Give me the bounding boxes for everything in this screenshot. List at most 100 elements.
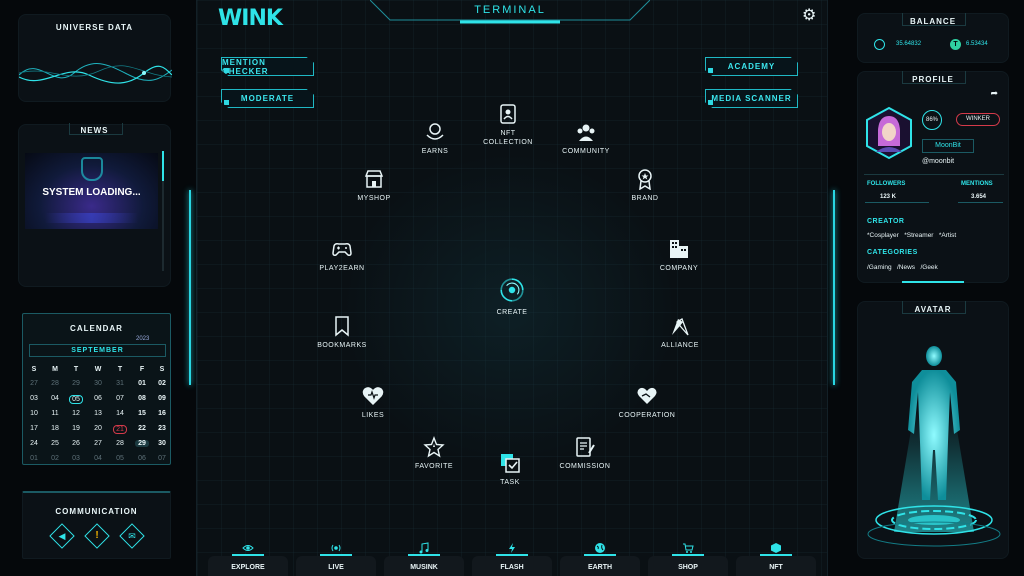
- calendar-weekday: T: [73, 366, 79, 373]
- creator-label: CREATOR: [867, 218, 905, 225]
- media-scanner-button[interactable]: MEDIA SCANNER: [705, 89, 798, 108]
- node-bookmarks[interactable]: BOOKMARKS: [297, 315, 387, 350]
- calendar-day[interactable]: 25: [45, 440, 65, 447]
- calendar-day[interactable]: 07: [110, 395, 130, 402]
- calendar-day[interactable]: 06: [88, 395, 108, 402]
- settings-gear-icon[interactable]: ⚙: [802, 8, 818, 24]
- node-cooperation[interactable]: COOPERATION: [602, 385, 692, 420]
- calendar-day[interactable]: 28: [110, 440, 130, 447]
- nav-nft[interactable]: NFT: [736, 543, 816, 576]
- news-scrollbar[interactable]: [162, 151, 164, 271]
- calendar-day[interactable]: 04: [45, 395, 65, 402]
- calendar-day[interactable]: 27: [88, 440, 108, 447]
- calendar-day[interactable]: 02: [45, 455, 65, 462]
- calendar-day[interactable]: 12: [66, 410, 86, 417]
- calendar-day[interactable]: 29: [135, 440, 149, 447]
- calendar-day[interactable]: 03: [24, 395, 44, 402]
- node-company[interactable]: COMPANY: [634, 238, 724, 273]
- calendar-day[interactable]: 28: [45, 380, 65, 387]
- calendar-day[interactable]: 05: [69, 395, 83, 404]
- calendar-day[interactable]: 06: [132, 455, 152, 462]
- universe-data-panel: UNIVERSE DATA: [18, 14, 172, 102]
- node-brand[interactable]: BRAND: [600, 168, 690, 203]
- avatar[interactable]: [864, 106, 914, 160]
- calendar-day[interactable]: 20: [88, 425, 108, 432]
- calendar-day[interactable]: 04: [88, 455, 108, 462]
- calendar-day[interactable]: 15: [132, 410, 152, 417]
- alert-icon[interactable]: !: [84, 523, 110, 549]
- terminal-title[interactable]: TERMINAL: [440, 4, 580, 16]
- node-task[interactable]: TASK: [465, 452, 555, 487]
- calendar-day[interactable]: 05: [110, 455, 130, 462]
- moderate-button[interactable]: MODERATE: [221, 89, 314, 108]
- node-play2earn[interactable]: PLAY2EARN: [297, 238, 387, 273]
- logo[interactable]: WINK: [218, 6, 283, 31]
- nav-live[interactable]: LIVE: [296, 544, 376, 576]
- calendar-day[interactable]: 31: [110, 380, 130, 387]
- node-create[interactable]: CREATE: [467, 276, 557, 317]
- calendar-day[interactable]: 23: [152, 425, 172, 432]
- calendar-day[interactable]: 08: [132, 395, 152, 402]
- globe-icon: [595, 543, 605, 553]
- winker-badge[interactable]: WINKER: [956, 113, 1000, 126]
- calendar-day[interactable]: 30: [152, 440, 172, 447]
- earns-icon: [426, 123, 444, 140]
- nav-musink[interactable]: MUSINK: [384, 542, 464, 576]
- nav-earth[interactable]: EARTH: [560, 543, 640, 576]
- profile-panel: PROFILE ➦ 86% WINKER MoonBit @moonbit FO…: [857, 71, 1009, 283]
- document-edit-icon: [576, 437, 595, 457]
- calendar-weekday: M: [52, 366, 58, 373]
- calendar-panel: CALENDAR 2023 SEPTEMBER S M T W T F S 27 28 29 30 3…: [22, 313, 171, 465]
- calendar-day[interactable]: 09: [152, 395, 172, 402]
- nav-explore[interactable]: EXPLORE: [208, 545, 288, 576]
- calendar-day[interactable]: 07: [152, 455, 172, 462]
- node-myshop[interactable]: MYSHOP: [329, 168, 419, 203]
- calendar-day[interactable]: 21: [113, 425, 127, 434]
- calendar-day[interactable]: 30: [88, 380, 108, 387]
- calendar-day[interactable]: 14: [110, 410, 130, 417]
- news-banner-text: SYSTEM LOADING...: [42, 187, 141, 198]
- calendar-day[interactable]: 26: [66, 440, 86, 447]
- node-likes[interactable]: LIKES: [328, 385, 418, 420]
- calendar-day[interactable]: 03: [66, 455, 86, 462]
- calendar-day[interactable]: 24: [24, 440, 44, 447]
- calendar-month[interactable]: SEPTEMBER: [29, 344, 166, 357]
- megaphone-icon[interactable]: ◀: [49, 523, 75, 549]
- avatar-title: AVATAR: [914, 305, 952, 314]
- mail-icon[interactable]: ✉: [119, 523, 145, 549]
- calendar-weekday: S: [159, 366, 165, 373]
- balance-title: BALANCE: [909, 17, 957, 26]
- gamepad-icon: [332, 243, 352, 256]
- left-edge-glow: [189, 190, 191, 385]
- news-title: NEWS: [80, 126, 109, 135]
- nav-shop[interactable]: SHOP: [648, 543, 728, 576]
- academy-button[interactable]: ACADEMY: [705, 57, 798, 76]
- calendar-day[interactable]: 02: [152, 380, 172, 387]
- nav-flash[interactable]: FLASH: [472, 543, 552, 576]
- share-icon[interactable]: ➦: [990, 88, 998, 99]
- profile-percent: 86%: [922, 110, 942, 130]
- followers-label: FOLLOWERS: [867, 181, 906, 187]
- calendar-day[interactable]: 16: [152, 410, 172, 417]
- node-community[interactable]: COMMUNITY: [541, 121, 631, 156]
- calendar-day[interactable]: 22: [132, 425, 152, 432]
- mention-checker-button[interactable]: MENTION CHECKER: [221, 57, 314, 76]
- calendar-day[interactable]: 01: [132, 380, 152, 387]
- categories-label: CATEGORIES: [867, 249, 918, 256]
- heart-icon: [362, 387, 384, 406]
- calendar-day[interactable]: 01: [24, 455, 44, 462]
- calendar-day[interactable]: 27: [24, 380, 44, 387]
- node-alliance[interactable]: ALLIANCE: [635, 315, 725, 350]
- news-banner[interactable]: SYSTEM LOADING...: [25, 153, 158, 229]
- calendar-day[interactable]: 11: [45, 410, 65, 417]
- node-earns[interactable]: EARNS: [390, 121, 480, 156]
- hologram-body-figure[interactable]: [864, 342, 1004, 552]
- categories-tags: /Gaming /News /Geek: [867, 264, 938, 271]
- calendar-day[interactable]: 13: [88, 410, 108, 417]
- calendar-day[interactable]: 29: [66, 380, 86, 387]
- calendar-day[interactable]: 17: [24, 425, 44, 432]
- calendar-day[interactable]: 18: [45, 425, 65, 432]
- calendar-weekday: T: [117, 366, 123, 373]
- calendar-day[interactable]: 10: [24, 410, 44, 417]
- calendar-day[interactable]: 19: [66, 425, 86, 432]
